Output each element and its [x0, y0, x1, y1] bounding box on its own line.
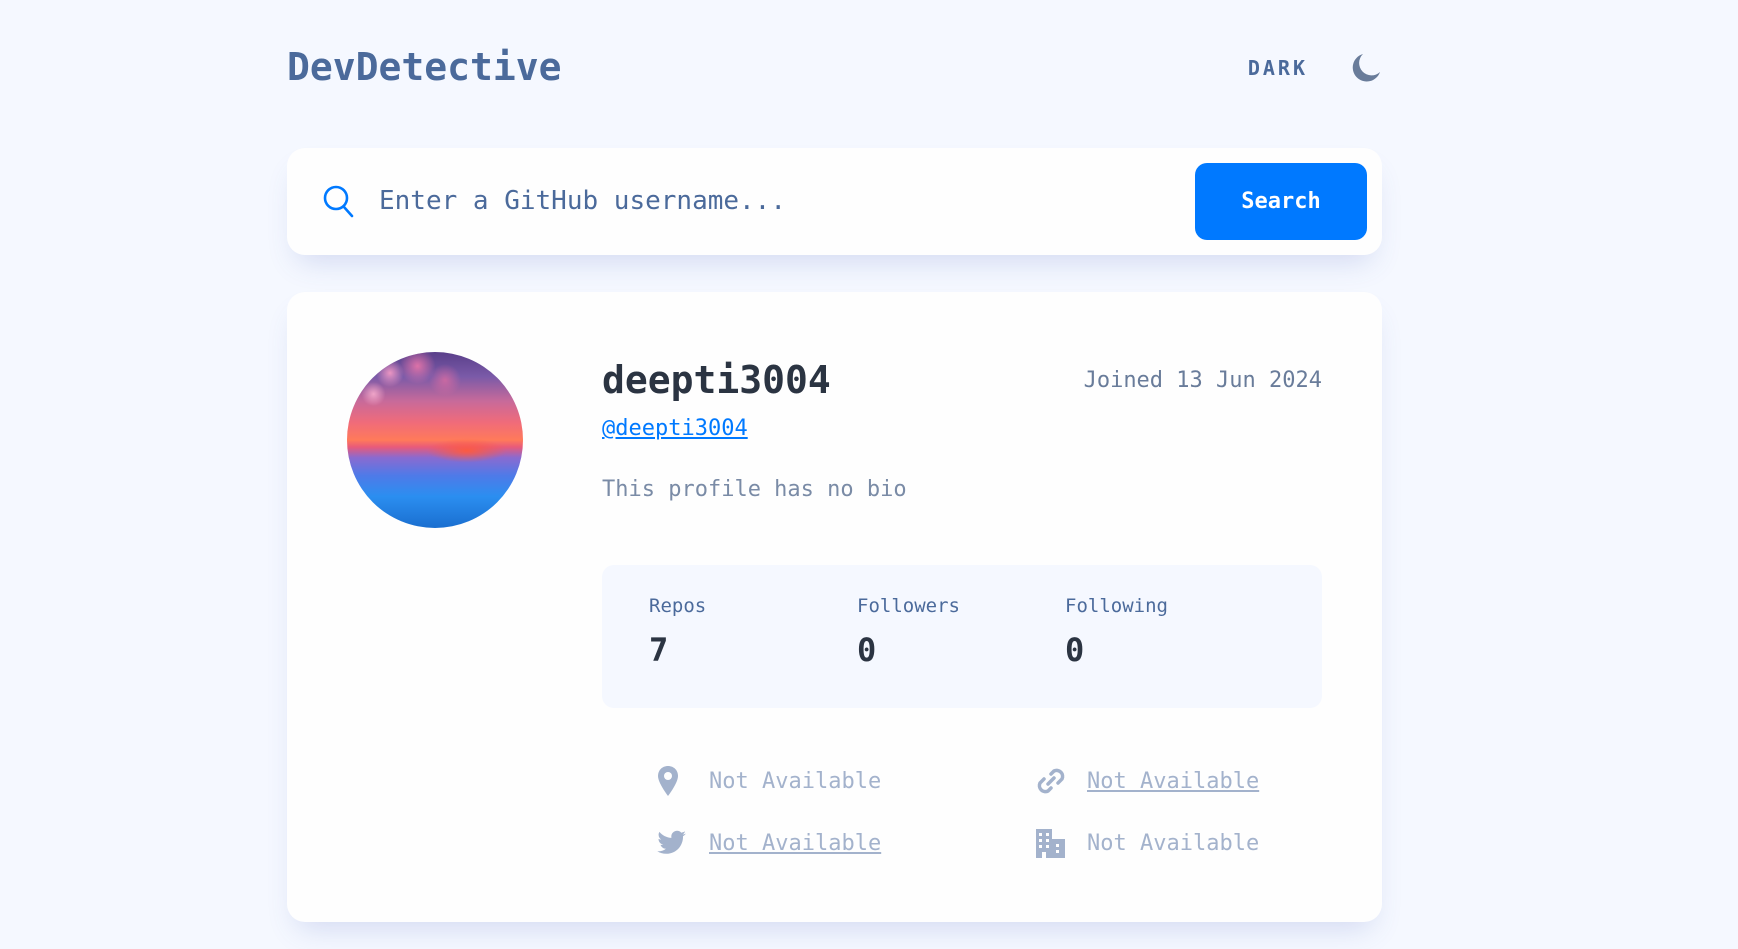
stats-panel: Repos 7 Followers 0 Following 0: [602, 565, 1322, 708]
stat-repos: Repos 7: [649, 595, 706, 669]
link-icon: [1035, 765, 1087, 797]
twitter-item: Not Available: [657, 823, 881, 863]
location-item: Not Available: [657, 761, 881, 801]
stat-repos-value: 7: [649, 631, 669, 669]
search-icon: [322, 184, 354, 222]
building-icon: [1035, 827, 1087, 859]
stat-following-label: Following: [1065, 595, 1168, 617]
location-text: Not Available: [709, 768, 882, 794]
avatar-blossom: [357, 352, 467, 422]
profile-card: deepti3004 Joined 13 Jun 2024 @deepti300…: [287, 292, 1382, 922]
avatar: [347, 352, 523, 528]
stat-repos-label: Repos: [649, 595, 707, 617]
search-input[interactable]: [377, 176, 1157, 226]
company-text: Not Available: [1087, 830, 1260, 856]
website-item: Not Available: [1035, 761, 1259, 801]
joined-date: Joined 13 Jun 2024: [1083, 368, 1322, 393]
search-bar: Search: [287, 148, 1382, 255]
moon-icon: [1350, 52, 1382, 84]
search-button[interactable]: Search: [1195, 163, 1367, 240]
stat-following: Following 0: [1065, 595, 1168, 669]
profile-bio: This profile has no bio: [602, 477, 907, 502]
theme-toggle-label: DARK: [1247, 56, 1308, 80]
twitter-icon: [657, 830, 709, 856]
profile-name: deepti3004: [602, 358, 831, 402]
location-pin-icon: [657, 765, 709, 797]
app-header: DevDetective DARK: [287, 38, 1382, 98]
stat-followers-label: Followers: [857, 595, 960, 617]
company-item: Not Available: [1035, 823, 1259, 863]
app-title: DevDetective: [287, 45, 562, 89]
theme-toggle-button[interactable]: DARK: [1248, 38, 1382, 98]
website-link[interactable]: Not Available: [1087, 769, 1259, 794]
twitter-link[interactable]: Not Available: [709, 831, 881, 856]
stat-followers: Followers 0: [857, 595, 960, 669]
stat-following-value: 0: [1065, 631, 1085, 669]
profile-login-link[interactable]: @deepti3004: [602, 416, 748, 441]
stat-followers-value: 0: [857, 631, 877, 669]
